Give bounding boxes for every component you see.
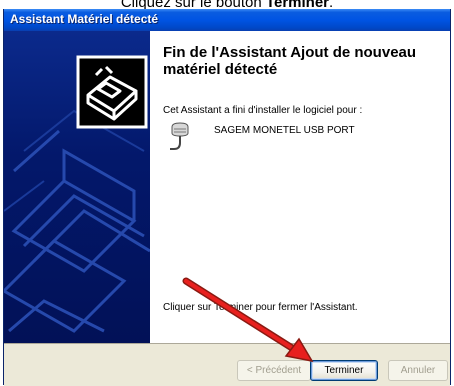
- finish-button[interactable]: Terminer: [310, 360, 378, 381]
- window-title: Assistant Matériel détecté: [10, 12, 159, 26]
- wizard-sidebar: [4, 31, 150, 343]
- wizard-heading: Fin de l'Assistant Ajout de nouveau maté…: [163, 44, 417, 78]
- back-button[interactable]: < Précédent: [237, 360, 311, 381]
- device-name: SAGEM MONETEL USB PORT: [214, 125, 355, 136]
- finish-hint: Cliquer sur Terminer pour fermer l'Assis…: [163, 302, 358, 313]
- cancel-button[interactable]: Annuler: [388, 360, 448, 381]
- hardware-wizard-icon: [76, 55, 148, 129]
- title-bar[interactable]: Assistant Matériel détecté: [4, 9, 450, 31]
- wizard-content: Fin de l'Assistant Ajout de nouveau maté…: [150, 31, 450, 343]
- install-complete-text: Cet Assistant a fini d'installer le logi…: [163, 105, 363, 116]
- usb-port-icon: [170, 122, 189, 150]
- button-bar: < Précédent Terminer Annuler: [4, 343, 450, 386]
- wizard-window: Assistant Matériel détecté Fin de l'Assi…: [3, 9, 451, 386]
